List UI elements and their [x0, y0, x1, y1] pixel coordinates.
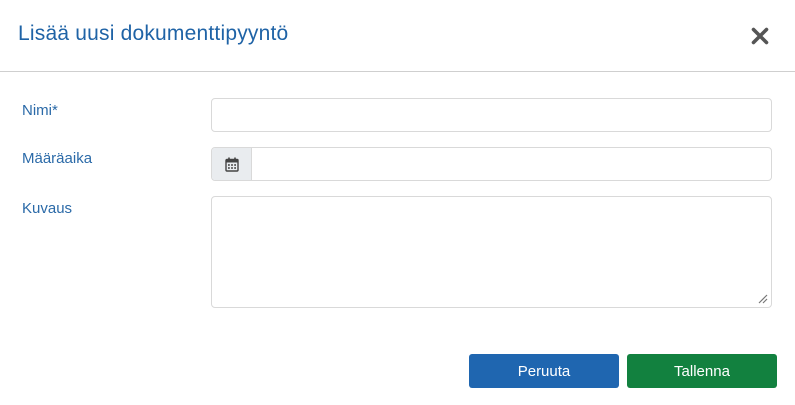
dialog-header: Lisää uusi dokumenttipyyntö — [0, 0, 795, 72]
deadline-input[interactable] — [252, 148, 771, 180]
close-icon — [751, 27, 769, 45]
save-button[interactable]: Tallenna — [627, 354, 777, 388]
name-label: Nimi* — [22, 102, 58, 119]
close-button[interactable] — [744, 20, 776, 52]
document-request-dialog: Lisää uusi dokumenttipyyntö Nimi* Määräa… — [0, 0, 795, 405]
resize-handle-icon[interactable] — [756, 292, 768, 304]
description-textarea[interactable] — [211, 196, 772, 308]
cancel-button[interactable]: Peruuta — [469, 354, 619, 388]
description-label: Kuvaus — [22, 200, 73, 217]
deadline-label: Määräaika — [22, 150, 93, 167]
calendar-icon — [224, 157, 239, 172]
dialog-title: Lisää uusi dokumenttipyyntö — [18, 22, 289, 45]
name-input[interactable] — [211, 98, 772, 132]
calendar-button[interactable] — [212, 148, 252, 180]
deadline-date-picker — [211, 147, 772, 181]
